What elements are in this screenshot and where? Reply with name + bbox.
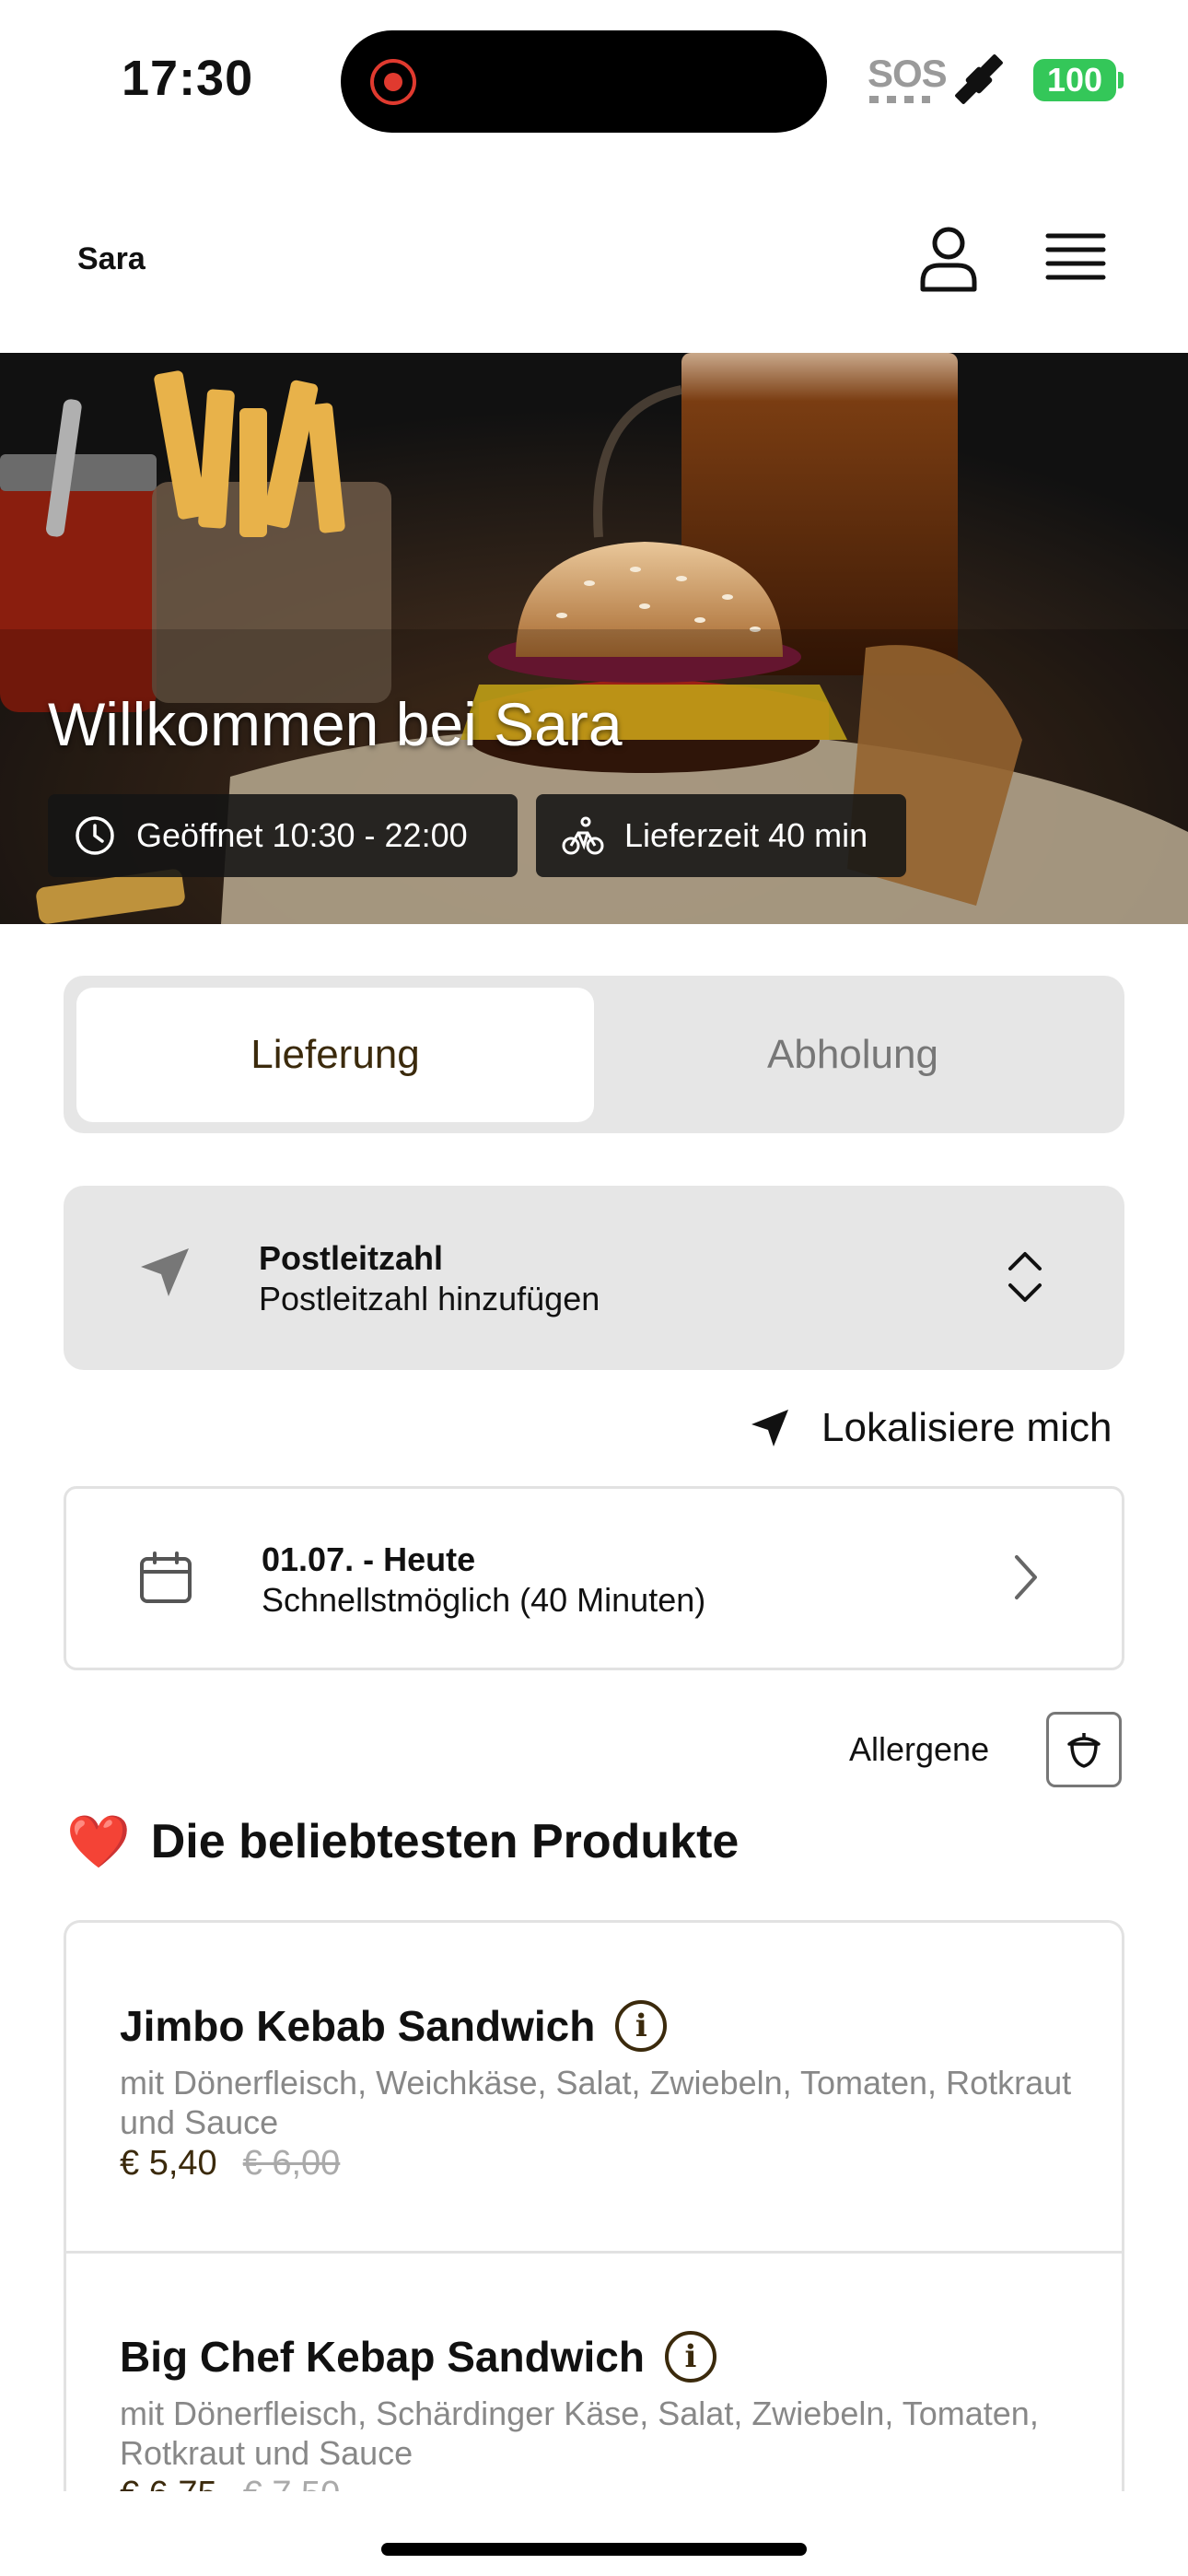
product-price: € 5,40: [120, 2144, 217, 2183]
delivery-time-badge: Lieferzeit 40 min: [536, 794, 906, 877]
bicycle-icon: [562, 816, 604, 855]
location-arrow-icon: [141, 1248, 189, 1296]
calendar-icon: [140, 1551, 192, 1603]
product-old-price: € 7,50: [243, 2475, 341, 2491]
user-icon[interactable]: [912, 221, 985, 295]
status-time: 17:30: [122, 51, 254, 106]
home-indicator[interactable]: [381, 2543, 807, 2556]
popular-products-heading: ❤️ Die beliebtesten Produkte: [66, 1811, 739, 1872]
zip-label: Postleitzahl: [259, 1239, 444, 1277]
product-name: Big Chef Kebap Sandwich: [120, 2333, 645, 2381]
heart-icon: ❤️: [66, 1812, 131, 1870]
menu-icon[interactable]: [1039, 225, 1112, 289]
tab-pickup[interactable]: Abholung: [594, 988, 1112, 1122]
product-name-row: Big Chef Kebap Sandwich i: [120, 2331, 716, 2383]
product-price-row: € 5,40 € 6,00: [120, 2144, 340, 2184]
product-price: € 6,75: [120, 2475, 217, 2491]
product-old-price: € 6,00: [242, 2144, 341, 2183]
delivery-date-subtitle: Schnellstmöglich (40 Minuten): [262, 1581, 706, 1619]
allergens-button[interactable]: [1046, 1712, 1122, 1787]
product-description: mit Dönerfleisch, Schärdinger Käse, Sala…: [120, 2395, 1039, 2472]
delivery-date-title: 01.07. - Heute: [262, 1540, 476, 1578]
product-description: mit Dönerfleisch, Weichkäse, Salat, Zwie…: [120, 2064, 1072, 2141]
locate-me-button[interactable]: Lokalisiere mich: [748, 1400, 1112, 1456]
info-icon[interactable]: i: [664, 2331, 716, 2383]
chevron-right-icon: [1015, 1555, 1037, 1599]
satellite-icon: [955, 54, 1003, 104]
product-price-row: € 6,75 € 7,50: [120, 2475, 340, 2491]
product-name-row: Jimbo Kebab Sandwich i: [120, 2000, 668, 2052]
status-bar: 17:30 SOS 100: [0, 0, 1188, 157]
navigation-arrow-icon: [751, 1410, 788, 1446]
zip-code-selector[interactable]: Postleitzahl Postleitzahl hinzufügen: [64, 1186, 1124, 1370]
delivery-date-selector[interactable]: 01.07. - Heute Schnellstmöglich (40 Minu…: [64, 1486, 1124, 1670]
chevron-up-down-icon: [1008, 1252, 1042, 1302]
popular-products-title: Die beliebtesten Produkte: [150, 1815, 740, 1868]
product-card[interactable]: Jimbo Kebab Sandwich i mit Dönerfleisch,…: [66, 1923, 1122, 2254]
hero-title: Willkommen bei Sara: [48, 690, 623, 758]
signal-dots-icon: [869, 96, 930, 103]
product-card[interactable]: Big Chef Kebap Sandwich i mit Dönerfleis…: [66, 2254, 1122, 2491]
zip-placeholder: Postleitzahl hinzufügen: [259, 1280, 600, 1317]
restaurant-brand[interactable]: Sara: [77, 241, 146, 277]
battery-tip: [1118, 72, 1124, 88]
product-list: Jimbo Kebab Sandwich i mit Dönerfleisch,…: [64, 1920, 1124, 2491]
battery-indicator: 100: [1033, 59, 1116, 101]
sos-indicator: SOS: [868, 52, 948, 95]
info-icon[interactable]: i: [615, 2000, 668, 2052]
opening-hours-text: Geöffnet 10:30 - 22:00: [136, 816, 468, 854]
tab-delivery[interactable]: Lieferung: [76, 988, 594, 1122]
acorn-icon: [1067, 1733, 1101, 1768]
allergens-label[interactable]: Allergene: [849, 1730, 989, 1769]
recording-indicator-icon: [370, 59, 416, 105]
product-name: Jimbo Kebab Sandwich: [120, 2002, 596, 2050]
opening-hours-badge: Geöffnet 10:30 - 22:00: [48, 794, 518, 877]
delivery-time-text: Lieferzeit 40 min: [624, 816, 868, 854]
order-type-tabs: Lieferung Abholung: [64, 976, 1124, 1133]
locate-me-label: Lokalisiere mich: [821, 1405, 1112, 1450]
clock-icon: [76, 816, 114, 855]
